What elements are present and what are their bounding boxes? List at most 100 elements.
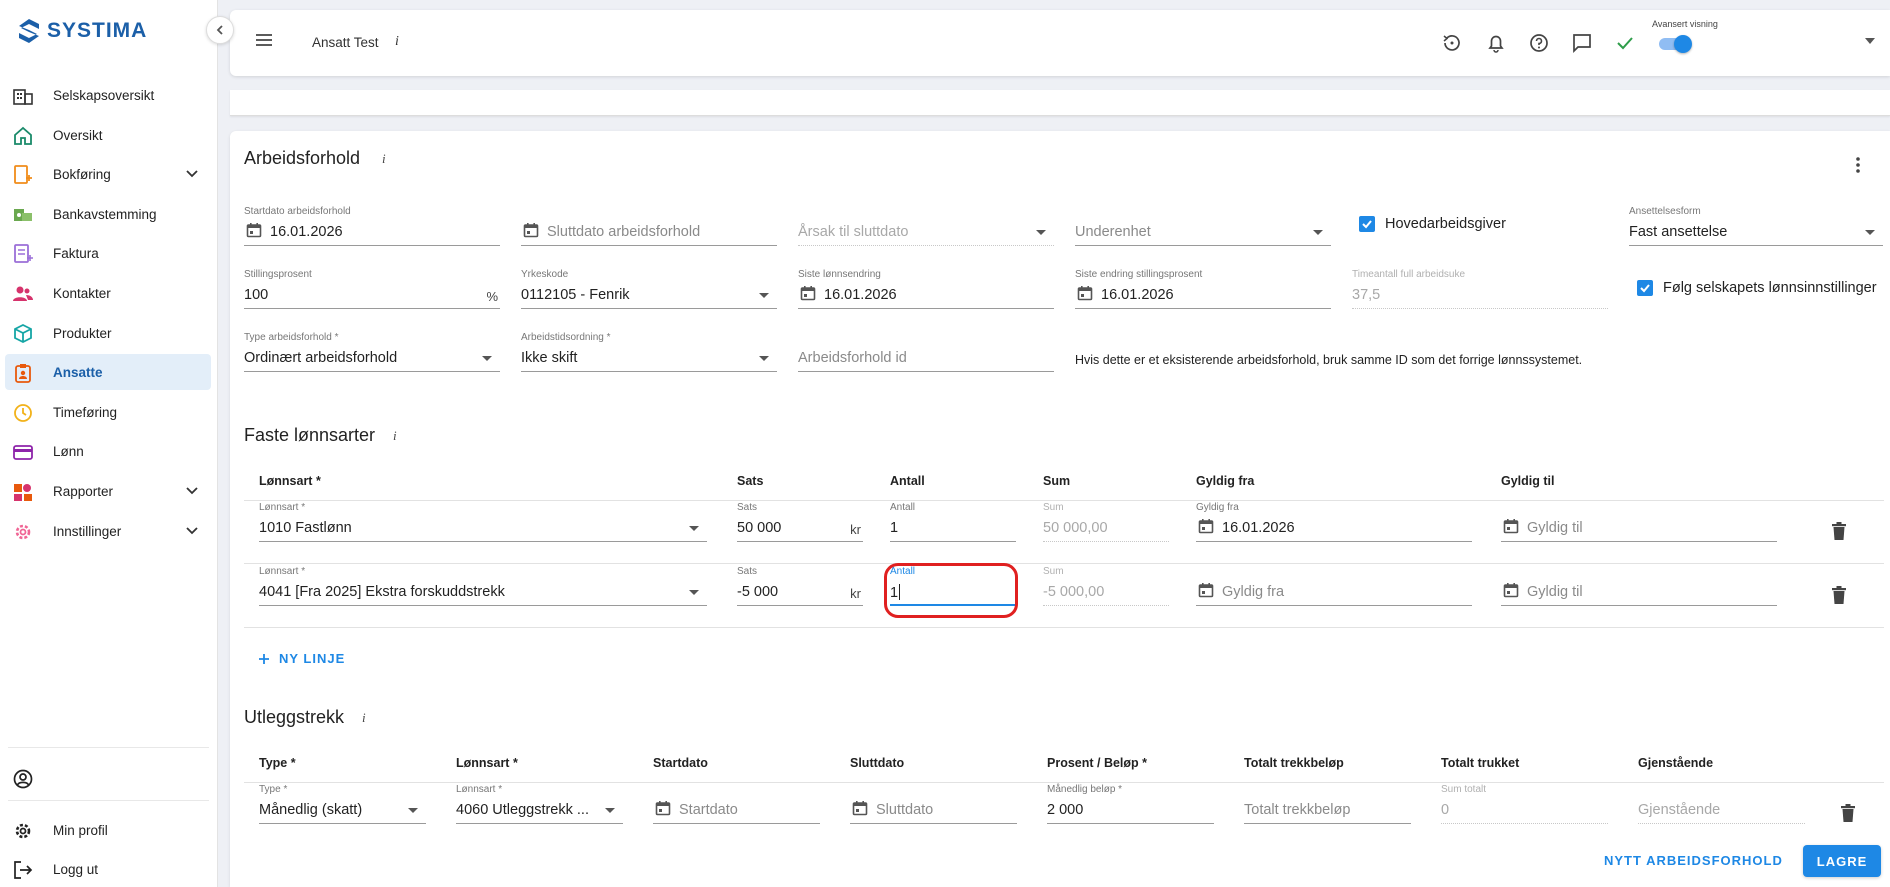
sidebar-item-bokforing[interactable]: Bokføring	[5, 156, 211, 192]
home-icon	[14, 126, 32, 145]
sub-unit-select[interactable]: Underenhet	[1075, 206, 1331, 246]
sidebar-item-bankavstemming[interactable]: Bankavstemming	[5, 196, 211, 232]
rate-field[interactable]: Sats -5 000 kr	[737, 566, 863, 606]
sidebar-item-kontakter[interactable]: Kontakter	[5, 275, 211, 311]
valid-from-field[interactable]: Gyldig fra	[1196, 566, 1472, 606]
check-icon[interactable]	[1614, 32, 1636, 54]
sidebar-item-produkter[interactable]: Produkter	[5, 315, 211, 351]
info-icon[interactable]: i	[393, 428, 397, 444]
total-deduction-field[interactable]: Totalt trekkbeløp	[1244, 784, 1411, 824]
main-employer-checkbox[interactable]: Hovedarbeidsgiver	[1359, 216, 1506, 232]
systima-logo[interactable]: SYSTIMA	[17, 18, 147, 44]
calendar-icon[interactable]	[246, 222, 262, 238]
card-icon	[13, 445, 33, 460]
last-percent-change-field[interactable]: Siste endring stillingsprosent 16.01.202…	[1075, 269, 1331, 309]
delete-icon[interactable]	[1832, 586, 1846, 604]
bell-icon[interactable]	[1485, 32, 1507, 54]
calendar-icon[interactable]	[1198, 518, 1214, 534]
collapse-sidebar-button[interactable]	[206, 16, 234, 44]
rate-field[interactable]: Sats 50 000 kr	[737, 502, 863, 542]
monthly-amount-field[interactable]: Månedlig beløp * 2 000	[1047, 784, 1214, 824]
field-value: Fast ansettelse	[1629, 224, 1728, 240]
sidebar-item-oversikt[interactable]: Oversikt	[5, 117, 211, 153]
wage-type-select[interactable]: Lønnsart * 4041 [Fra 2025] Ekstra forsku…	[259, 566, 707, 606]
systima-logo-icon	[19, 19, 39, 43]
field-label: Startdato arbeidsforhold	[244, 206, 351, 217]
valid-to-field[interactable]: Gyldig til	[1501, 566, 1777, 606]
user-account[interactable]	[5, 760, 211, 796]
save-button[interactable]: LAGRE	[1803, 845, 1881, 877]
calendar-icon[interactable]	[1198, 582, 1214, 598]
sidebar: SYSTIMA Selskapsoversikt Oversikt Bokfør…	[0, 0, 218, 887]
calendar-icon[interactable]	[1503, 518, 1519, 534]
sidebar-item-label: Timeføring	[53, 404, 118, 420]
sidebar-item-ansatte[interactable]: Ansatte	[5, 354, 211, 390]
quantity-field[interactable]: Antall 1	[890, 502, 1016, 542]
deduction-end-date-field[interactable]: Sluttdato	[850, 784, 1017, 824]
dropdown-arrow-icon	[482, 356, 492, 361]
caret-down-icon[interactable]	[1865, 38, 1875, 44]
chat-icon[interactable]	[1571, 32, 1593, 54]
valid-to-field[interactable]: Gyldig til	[1501, 502, 1777, 542]
sidebar-item-faktura[interactable]: Faktura	[5, 235, 211, 271]
logout-link[interactable]: Logg ut	[5, 851, 211, 887]
field-value: 1	[890, 520, 899, 536]
calendar-icon[interactable]	[1077, 285, 1093, 301]
employment-id-field[interactable]: Arbeidsforhold id	[798, 332, 1054, 372]
sidebar-item-innstillinger[interactable]: Innstillinger	[5, 513, 211, 549]
wage-type-select[interactable]: Lønnsart * 1010 Fastlønn	[259, 502, 707, 542]
field-value: 50 000	[737, 520, 782, 536]
field-label: Månedlig beløp *	[1047, 784, 1123, 795]
dropdown-arrow-icon	[1313, 230, 1323, 235]
deduction-wage-select[interactable]: Lønnsart * 4060 Utleggstrekk ...	[456, 784, 623, 824]
end-reason-select[interactable]: Årsak til sluttdato	[798, 206, 1054, 246]
end-date-field[interactable]: Sluttdato arbeidsforhold	[521, 206, 777, 246]
calendar-icon[interactable]	[800, 285, 816, 301]
menu-icon[interactable]	[255, 32, 273, 48]
deduction-start-date-field[interactable]: Startdato	[653, 784, 820, 824]
field-label: Type arbeidsforhold *	[244, 332, 339, 343]
quantity-field[interactable]: Antall 1	[890, 566, 1016, 606]
occupation-code-select[interactable]: Yrkeskode 0112105 - Fenrik	[521, 269, 777, 309]
start-date-field[interactable]: Startdato arbeidsforhold 16.01.2026	[244, 206, 500, 246]
chevron-down-icon	[186, 527, 198, 535]
calendar-icon[interactable]	[655, 800, 671, 816]
gear-icon	[15, 524, 31, 540]
calendar-icon[interactable]	[852, 800, 868, 816]
field-label: Arbeidstidsordning *	[521, 332, 611, 343]
field-label: Timeantall full arbeidsuke	[1352, 269, 1466, 280]
deduction-type-select[interactable]: Type * Månedlig (skatt)	[259, 784, 426, 824]
delete-icon[interactable]	[1832, 522, 1846, 540]
history-icon[interactable]	[1441, 32, 1463, 54]
field-label: Sum totalt	[1441, 784, 1487, 795]
advanced-view-toggle[interactable]	[1655, 35, 1693, 53]
add-line-button[interactable]: NY LINJE	[258, 651, 345, 666]
valid-from-field[interactable]: Gyldig fra 16.01.2026	[1196, 502, 1472, 542]
info-icon[interactable]: i	[382, 151, 386, 167]
min-profil-link[interactable]: Min profil	[5, 812, 211, 848]
last-salary-change-field[interactable]: Siste lønnsendring 16.01.2026	[798, 269, 1054, 309]
column-header-sats: Sats	[737, 474, 764, 488]
position-percent-field[interactable]: Stillingsprosent 100 %	[244, 269, 500, 309]
checkbox-label: Følg selskapets lønnsinnstillinger	[1663, 280, 1877, 296]
field-value: Månedlig (skatt)	[259, 802, 363, 818]
report-icon	[14, 484, 32, 501]
calendar-icon[interactable]	[1503, 582, 1519, 598]
new-employment-button[interactable]: NYTT ARBEIDSFORHOLD	[1604, 853, 1783, 868]
sidebar-item-rapporter[interactable]: Rapporter	[5, 473, 211, 509]
info-icon[interactable]: i	[395, 34, 399, 50]
help-icon[interactable]	[1528, 32, 1550, 54]
employment-form-select[interactable]: Ansettelsesform Fast ansettelse	[1629, 206, 1883, 246]
delete-icon[interactable]	[1841, 804, 1855, 822]
more-vert-icon[interactable]	[1855, 156, 1861, 174]
follow-company-settings-checkbox[interactable]: Følg selskapets lønnsinnstillinger	[1637, 280, 1877, 296]
employment-type-select[interactable]: Type arbeidsforhold * Ordinært arbeidsfo…	[244, 332, 500, 372]
calendar-icon[interactable]	[523, 222, 539, 238]
info-icon[interactable]: i	[362, 710, 366, 726]
sidebar-item-selskapsoversikt[interactable]: Selskapsoversikt	[5, 77, 211, 113]
employment-id-helper: Hvis dette er et eksisterende arbeidsfor…	[1075, 353, 1583, 367]
employee-name: Ansatt Test	[312, 35, 379, 50]
sidebar-item-lonn[interactable]: Lønn	[5, 433, 211, 469]
sidebar-item-timeforing[interactable]: Timeføring	[5, 394, 211, 430]
working-hours-select[interactable]: Arbeidstidsordning * Ikke skift	[521, 332, 777, 372]
